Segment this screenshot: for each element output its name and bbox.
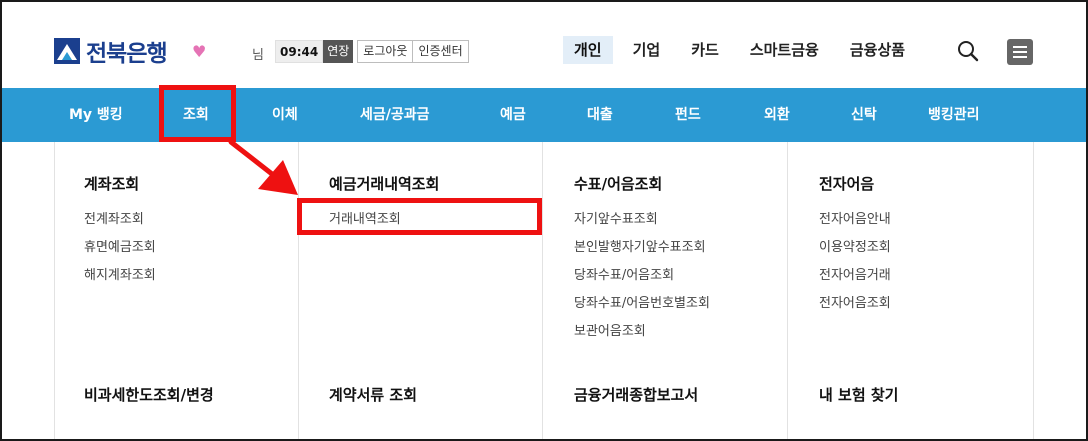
category-deposit-history[interactable]: 예금거래내역조회	[329, 173, 439, 194]
extend-session-button[interactable]: 연장	[323, 40, 354, 63]
menu-ebill-inquiry[interactable]: 전자어음조회	[819, 292, 891, 311]
main-nav-forex[interactable]: 외환	[764, 88, 790, 142]
user-name-suffix: 님	[252, 48, 264, 63]
session-timer: 09:44	[275, 40, 324, 63]
top-nav-smart-finance[interactable]: 스마트금융	[739, 36, 830, 64]
menu-check-bill-by-number[interactable]: 당좌수표/어음번호별조회	[574, 292, 710, 311]
main-nav-my-banking[interactable]: My 뱅킹	[69, 88, 123, 142]
menu-current-check-bill[interactable]: 당좌수표/어음조회	[574, 264, 674, 283]
logo-text: 전북은행	[86, 41, 168, 67]
menu-ebill-transaction[interactable]: 전자어음거래	[819, 264, 891, 283]
column-divider	[542, 142, 543, 439]
logo-mark-icon	[54, 38, 80, 64]
menu-dormant-deposit[interactable]: 휴면예금조회	[84, 236, 156, 255]
search-icon[interactable]	[957, 40, 979, 62]
category-check-bill[interactable]: 수표/어음조회	[574, 173, 662, 194]
top-nav-business[interactable]: 기업	[622, 36, 672, 64]
main-nav-loan[interactable]: 대출	[587, 88, 613, 142]
screenshot-frame: 전북은행 ♥ 님 09:44 연장 로그아웃 인증센터 개인 기업 카드 스마트…	[0, 0, 1088, 441]
cert-center-button[interactable]: 인증센터	[412, 40, 469, 63]
bank-logo[interactable]: 전북은행	[54, 36, 168, 67]
menu-ebill-guide[interactable]: 전자어음안내	[819, 208, 891, 227]
category-contract-documents[interactable]: 계약서류 조회	[329, 384, 417, 405]
top-nav: 개인 기업 카드 스마트금융 금융상품	[563, 36, 925, 64]
session-controls: 09:44 연장 로그아웃 인증센터	[275, 40, 469, 63]
main-nav-transfer[interactable]: 이체	[272, 88, 298, 142]
menu-all-accounts[interactable]: 전계좌조회	[84, 208, 144, 227]
main-nav-deposit[interactable]: 예금	[500, 88, 526, 142]
menu-self-issued-check[interactable]: 본인발행자기앞수표조회	[574, 236, 706, 255]
annotation-highlight-transaction-history	[297, 198, 542, 235]
column-divider	[54, 142, 55, 439]
category-account-inquiry[interactable]: 계좌조회	[84, 173, 139, 194]
top-nav-products[interactable]: 금융상품	[839, 36, 916, 64]
main-nav-fund[interactable]: 펀드	[675, 88, 701, 142]
column-divider	[298, 142, 299, 439]
category-find-insurance[interactable]: 내 보험 찾기	[819, 384, 898, 405]
site-header: 전북은행 ♥ 님 09:44 연장 로그아웃 인증센터 개인 기업 카드 스마트…	[2, 2, 1086, 88]
top-nav-personal[interactable]: 개인	[563, 36, 613, 64]
top-nav-card[interactable]: 카드	[680, 36, 730, 64]
main-nav-tax-utility[interactable]: 세금/공과금	[360, 88, 430, 142]
annotation-highlight-inquiry	[159, 85, 236, 142]
menu-cashiers-check[interactable]: 자기앞수표조회	[574, 208, 658, 227]
hamburger-menu-icon[interactable]	[1007, 39, 1033, 65]
column-divider	[787, 142, 788, 439]
category-tax-free-limit[interactable]: 비과세한도조회/변경	[84, 384, 214, 405]
column-divider	[1033, 142, 1034, 439]
category-electronic-bill[interactable]: 전자어음	[819, 173, 874, 194]
main-nav-banking-mgmt[interactable]: 뱅킹관리	[928, 88, 980, 142]
heart-icon: ♥	[192, 42, 207, 61]
logout-button[interactable]: 로그아웃	[357, 40, 414, 63]
menu-usage-agreement[interactable]: 이용약정조회	[819, 236, 891, 255]
main-nav-trust[interactable]: 신탁	[851, 88, 877, 142]
category-financial-report[interactable]: 금융거래종합보고서	[574, 384, 698, 405]
menu-closed-accounts[interactable]: 해지계좌조회	[84, 264, 156, 283]
menu-custody-bill[interactable]: 보관어음조회	[574, 320, 646, 339]
